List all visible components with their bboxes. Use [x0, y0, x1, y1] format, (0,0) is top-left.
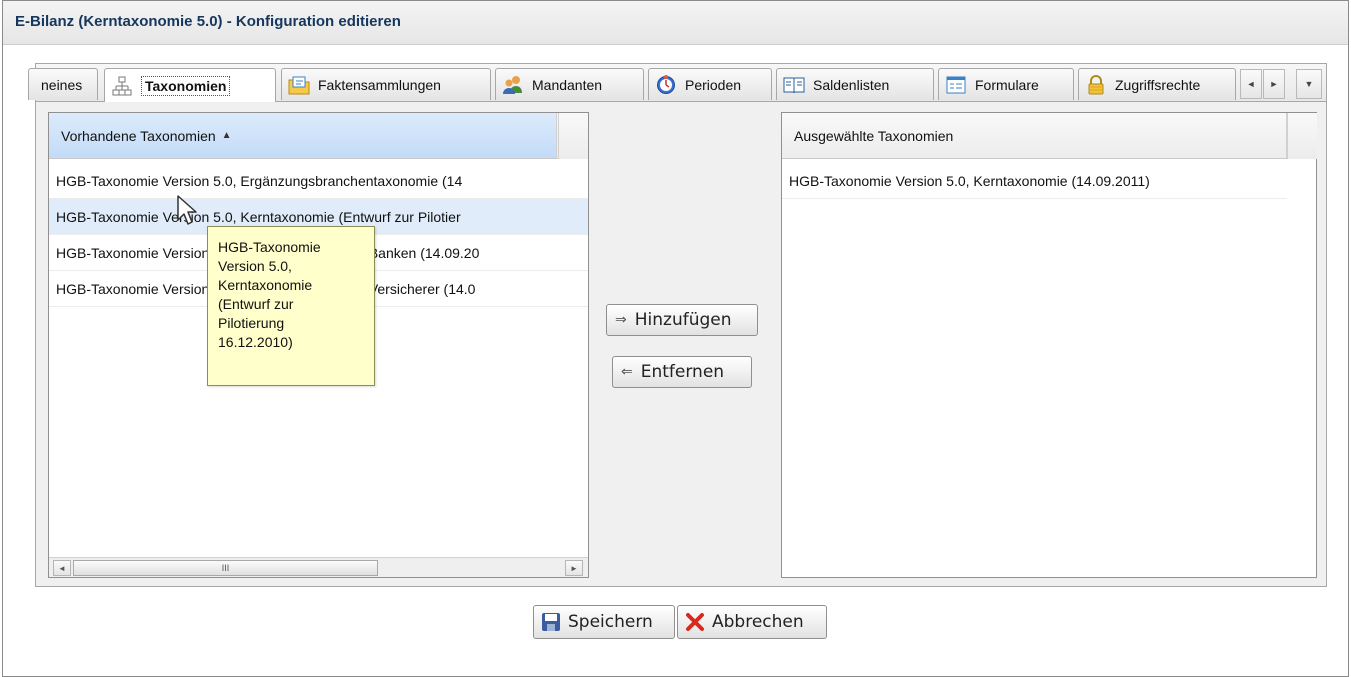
tab-label: Mandanten	[532, 76, 603, 93]
row-tooltip: HGB-Taxonomie Version 5.0, Kerntaxonomie…	[207, 226, 375, 386]
mouse-pointer-icon	[176, 194, 200, 228]
users-icon	[502, 75, 524, 95]
form-icon	[945, 75, 967, 95]
chevron-right-icon: ►	[570, 563, 578, 573]
title-bar[interactable]: E-Bilanz (Kerntaxonomie 5.0) - Konfigura…	[3, 1, 1348, 45]
row-label: HGB-Taxonomie Version 5.0, Kerntaxonomie…	[789, 172, 1150, 189]
tab-faktensammlungen[interactable]: Faktensammlungen	[281, 68, 491, 100]
tooltip-line: Version 5.0,	[218, 258, 292, 274]
chevron-down-icon: ▼	[1304, 79, 1314, 89]
tab-allgemeines[interactable]: neines	[28, 68, 98, 100]
column-header-ausgewaehlte[interactable]: Ausgewählte Taxonomien	[782, 113, 1287, 158]
column-header-label: Vorhandene Taxonomien	[61, 127, 216, 144]
floppy-disk-icon	[540, 611, 562, 633]
chevron-right-icon: ►	[1269, 79, 1279, 89]
remove-button[interactable]: ⇐ Entfernen	[612, 356, 752, 388]
book-icon	[783, 75, 805, 95]
tab-menu-button[interactable]: ▼	[1296, 69, 1322, 99]
hierarchy-icon	[111, 76, 133, 96]
scroll-right-button[interactable]: ►	[565, 560, 583, 576]
arrow-left-icon: ⇐	[621, 364, 633, 380]
tab-scroll-right-button[interactable]: ►	[1263, 69, 1285, 99]
grip-icon: III	[221, 563, 230, 573]
add-button-label: Hinzufügen	[634, 310, 732, 330]
tab-zugriffsrechte[interactable]: Zugriffsrechte	[1078, 68, 1236, 100]
column-header-vorhandene[interactable]: Vorhandene Taxonomien ▲	[49, 113, 557, 158]
close-icon	[684, 611, 706, 633]
row-label: HGB-Taxonomie Version 5.0, Kerntaxonomie…	[56, 208, 461, 225]
column-header-label: Ausgewählte Taxonomien	[794, 127, 954, 144]
chevron-left-icon: ◄	[58, 563, 66, 573]
tab-label: Faktensammlungen	[318, 76, 441, 93]
grid-header: Ausgewählte Taxonomien	[782, 113, 1317, 159]
row-label: HGB-Taxonomie Version 5.0, Ergänzungsbra…	[56, 172, 463, 189]
tab-label: Zugriffsrechte	[1115, 76, 1201, 93]
tooltip-line: Kerntaxonomie	[218, 277, 313, 293]
tab-strip: neines Taxonomien Faktensammlungen Manda…	[28, 64, 1326, 102]
tooltip-line: (Entwurf zur	[218, 296, 294, 312]
tooltip-line: 16.12.2010)	[218, 334, 293, 350]
folder-icon	[288, 75, 310, 95]
window-title: E-Bilanz (Kerntaxonomie 5.0) - Konfigura…	[15, 13, 401, 30]
arrow-right-icon: ⇒	[615, 312, 627, 328]
tooltip-line: Pilotierung	[218, 315, 285, 331]
tab-mandanten[interactable]: Mandanten	[495, 68, 644, 100]
scroll-thumb[interactable]: III	[73, 560, 378, 576]
cancel-button-label: Abbrechen	[712, 612, 804, 632]
add-button[interactable]: ⇒ Hinzufügen	[606, 304, 758, 336]
list-item[interactable]: HGB-Taxonomie Version 5.0, Kerntaxonomie…	[782, 163, 1287, 199]
clock-icon	[655, 74, 677, 95]
sort-asc-icon: ▲	[221, 130, 232, 141]
scroll-left-button[interactable]: ◄	[53, 560, 71, 576]
header-scroll-spacer	[558, 113, 588, 159]
tab-label: neines	[41, 76, 83, 93]
save-button-label: Speichern	[568, 612, 653, 632]
chevron-left-icon: ◄	[1246, 79, 1256, 89]
tab-taxonomien[interactable]: Taxonomien	[104, 68, 276, 102]
tab-label: Saldenlisten	[813, 76, 890, 93]
tab-label: Taxonomien	[141, 75, 231, 96]
horizontal-scrollbar[interactable]: ◄ III ►	[49, 557, 588, 577]
tab-scroll-left-button[interactable]: ◄	[1240, 69, 1262, 99]
remove-button-label: Entfernen	[640, 362, 725, 382]
list-item[interactable]: HGB-Taxonomie Version 5.0, Ergänzungsbra…	[49, 163, 588, 199]
cancel-button[interactable]: Abbrechen	[677, 605, 827, 639]
tab-label: Perioden	[685, 76, 742, 93]
tab-saldenlisten[interactable]: Saldenlisten	[776, 68, 934, 100]
save-button[interactable]: Speichern	[533, 605, 675, 639]
tab-formulare[interactable]: Formulare	[938, 68, 1074, 100]
selected-taxonomies-grid: Ausgewählte Taxonomien HGB-Taxonomie Ver…	[781, 112, 1317, 578]
lock-icon	[1085, 74, 1107, 95]
header-scroll-spacer	[1287, 113, 1317, 159]
dialog-window: E-Bilanz (Kerntaxonomie 5.0) - Konfigura…	[2, 0, 1349, 677]
grid-header: Vorhandene Taxonomien ▲	[49, 113, 588, 159]
tab-label: Formulare	[975, 76, 1039, 93]
tab-perioden[interactable]: Perioden	[648, 68, 772, 100]
tooltip-line: HGB-Taxonomie	[218, 239, 321, 255]
